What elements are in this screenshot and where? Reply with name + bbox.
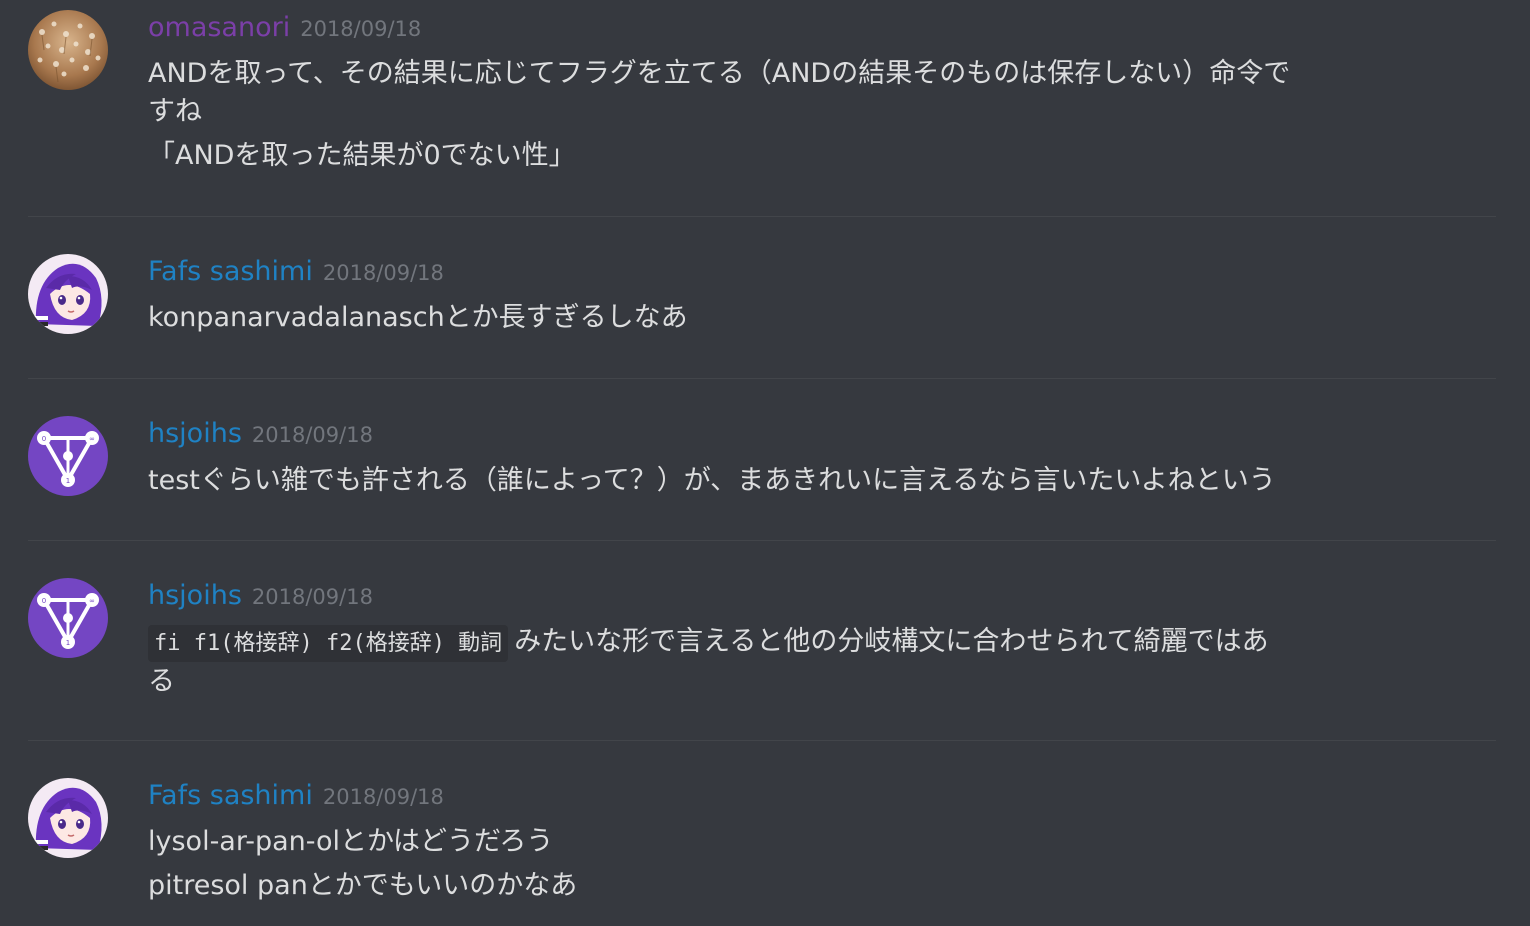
message-header: omasanori 2018/09/18 <box>148 12 421 48</box>
svg-text:∞: ∞ <box>89 435 95 443</box>
message-content: konpanarvadalanaschとか長すぎるしなあ <box>148 298 1418 338</box>
svg-text:1: 1 <box>66 477 70 485</box>
message-text: みたいな形で言えると他の分岐構文に合わせられて綺麗ではあ <box>514 626 1269 657</box>
message-content: testぐらい雑でも許される（誰によって？）が、まあきれいに言えるなら言いたいよ… <box>148 461 1418 501</box>
triangle-logo-avatar-icon: 0 ∞ 1 <box>28 578 108 658</box>
message-header: hsjoihs 2018/09/18 <box>148 580 373 616</box>
username[interactable]: Fafs sashimi <box>148 780 313 811</box>
message-divider <box>28 740 1496 741</box>
timestamp: 2018/09/18 <box>322 785 444 809</box>
svg-text:∞: ∞ <box>89 597 95 605</box>
triangle-logo-avatar-icon: 0 ∞ 1 <box>28 416 108 496</box>
avatar[interactable]: 0 ∞ 1 <box>28 578 108 658</box>
avatar[interactable] <box>28 778 108 858</box>
message-text-line: る <box>148 666 175 697</box>
message-content: fi f1(格接辞) f2(格接辞) 動詞 みたいな形で言えると他の分岐構文に合わ… <box>148 622 1418 702</box>
timestamp: 2018/09/18 <box>322 261 444 285</box>
svg-text:0: 0 <box>42 597 46 605</box>
message-text-line: ANDを取って、その結果に応じてフラグを立てる（ANDの結果そのものは保存しない… <box>148 58 1291 89</box>
avatar[interactable] <box>28 254 108 334</box>
username[interactable]: omasanori <box>148 12 290 43</box>
message-content: ANDを取って、その結果に応じてフラグを立てる（ANDの結果そのものは保存しない… <box>148 54 1418 176</box>
timestamp: 2018/09/18 <box>251 423 373 447</box>
message-content: lysol-ar-pan-olとかはどうだろう pitresol panとかでも… <box>148 822 1418 906</box>
inline-code: fi f1(格接辞) f2(格接辞) 動詞 <box>148 625 509 662</box>
message-text-line: lysol-ar-pan-olとかはどうだろう <box>148 826 554 857</box>
username[interactable]: Fafs sashimi <box>148 256 313 287</box>
message-header: Fafs sashimi 2018/09/18 <box>148 780 444 816</box>
field-photo-avatar-icon <box>28 10 108 90</box>
username[interactable]: hsjoihs <box>148 580 242 611</box>
timestamp: 2018/09/18 <box>251 585 373 609</box>
message-divider <box>28 378 1496 379</box>
svg-text:0: 0 <box>42 435 46 443</box>
anime-girl-avatar-icon <box>28 254 108 334</box>
anime-girl-avatar-icon <box>28 778 108 858</box>
avatar[interactable] <box>28 10 108 90</box>
message-text-line: konpanarvadalanaschとか長すぎるしなあ <box>148 302 688 333</box>
timestamp: 2018/09/18 <box>300 17 422 41</box>
avatar[interactable]: 0 ∞ 1 <box>28 416 108 496</box>
message-text-line: すね <box>148 96 202 127</box>
message-text-line: pitresol panとかでもいいのかなあ <box>148 870 578 901</box>
message-header: Fafs sashimi 2018/09/18 <box>148 256 444 292</box>
svg-text:1: 1 <box>66 639 70 647</box>
message-text-line: testぐらい雑でも許される（誰によって？）が、まあきれいに言えるなら言いたいよ… <box>148 465 1276 496</box>
username[interactable]: hsjoihs <box>148 418 242 449</box>
message-divider <box>28 540 1496 541</box>
message-text-line: 「ANDを取った結果が0でない性」 <box>148 140 576 171</box>
message-text-line: fi f1(格接辞) f2(格接辞) 動詞 みたいな形で言えると他の分岐構文に合わ… <box>148 622 1418 664</box>
message-header: hsjoihs 2018/09/18 <box>148 418 373 454</box>
chat-message-list: omasanori 2018/09/18 ANDを取って、その結果に応じてフラグ… <box>0 0 1530 926</box>
message-divider <box>28 216 1496 217</box>
